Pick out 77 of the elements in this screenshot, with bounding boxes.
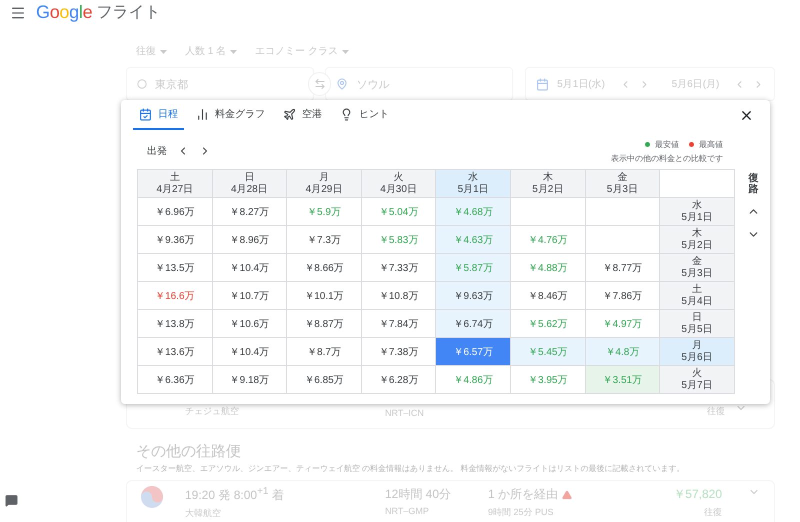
price-cell[interactable]: ￥16.6万: [138, 282, 212, 309]
price-cell[interactable]: ￥7.33万: [362, 254, 436, 281]
legend-label: 最安値: [655, 138, 679, 150]
column-header: 木 5月2日: [510, 170, 585, 197]
price-cell[interactable]: ￥8.7万: [287, 338, 361, 365]
caret-icon: [230, 50, 238, 54]
tab[interactable]: 日程: [133, 100, 184, 130]
price-cell[interactable]: ￥7.38万: [362, 338, 436, 365]
stops-text: 1 か所を経由: [488, 486, 572, 503]
feedback-icon[interactable]: [5, 494, 18, 507]
price-cell[interactable]: ￥8.77万: [586, 254, 660, 281]
price-cell[interactable]: ￥8.66万: [287, 254, 361, 281]
price-cell[interactable]: ￥10.7万: [212, 282, 286, 309]
circle-icon: [137, 79, 147, 89]
price-cell[interactable]: ￥13.6万: [138, 338, 212, 365]
app-title: フライト: [96, 3, 160, 23]
caret-icon: [160, 50, 167, 54]
price-text: ￥57,820: [673, 486, 722, 503]
calendar-icon: [536, 78, 550, 90]
flight-times: 19:20 発 8:00$^{+1}$ 着: [185, 486, 284, 504]
price-cell[interactable]: ￥6.57万: [436, 338, 510, 365]
legend-note: 表示中の他の料金との比較です: [611, 152, 723, 164]
price-cell[interactable]: ￥7.86万: [586, 282, 660, 309]
google-logo: Google: [36, 2, 92, 23]
price-cell[interactable]: ￥6.85万: [287, 366, 361, 393]
column-header: 月 4月29日: [287, 170, 361, 197]
row-header: 土 5月4日: [660, 282, 734, 309]
price-cell[interactable]: ￥10.6万: [212, 310, 286, 337]
row-header: 日 5月5日: [660, 310, 734, 337]
price-cell[interactable]: ￥6.28万: [362, 366, 436, 393]
column-header: 土 4月27日: [138, 170, 212, 197]
tab[interactable]: 料金グラフ: [190, 100, 271, 130]
section-heading: その他の往路便: [136, 442, 242, 461]
price-cell[interactable]: ￥8.96万: [212, 226, 286, 253]
price-cell[interactable]: ￥7.3万: [287, 226, 361, 253]
column-header: 日 4月28日: [212, 170, 286, 197]
lightbulb-icon: [340, 108, 353, 120]
map-pin-icon: [336, 78, 348, 90]
price-cell[interactable]: ￥8.46万: [510, 282, 585, 309]
price-cell[interactable]: ￥10.8万: [362, 282, 436, 309]
price-cell[interactable]: ￥10.1万: [287, 282, 361, 309]
price-cell[interactable]: ￥8.87万: [287, 310, 361, 337]
price-cell[interactable]: ￥9.36万: [138, 226, 212, 253]
legend-label: 最高値: [699, 138, 723, 150]
section-note: イースター航空、エアソウル、ジンエアー、ティーウェイ航空 の料金情報はありません。 料金情報がないフライトはリストの最後に記載されています。: [136, 463, 686, 474]
row-header: 木 5月2日: [660, 226, 734, 253]
depart-label: 出発: [147, 144, 167, 158]
price-cell[interactable]: ￥6.96万: [138, 198, 212, 225]
price-cell[interactable]: ￥10.4万: [212, 254, 286, 281]
price-cell[interactable]: ￥7.84万: [362, 310, 436, 337]
row-header: 水 5月1日: [660, 198, 734, 225]
price-cell[interactable]: ￥8.27万: [212, 198, 286, 225]
tab[interactable]: ヒント: [334, 100, 395, 130]
row-header: 火 5月7日: [660, 366, 734, 393]
column-header: 金 5月3日: [586, 170, 660, 197]
column-header: 水 5月1日: [436, 170, 510, 197]
tab[interactable]: 空港: [277, 100, 328, 130]
price-cell[interactable]: ￥13.5万: [138, 254, 212, 281]
price-cell[interactable]: ￥13.8万: [138, 310, 212, 337]
column-header: 火 4月30日: [362, 170, 436, 197]
caret-icon: [342, 50, 349, 54]
return-label: 復路: [748, 173, 758, 195]
price-cell[interactable]: ￥6.36万: [138, 366, 212, 393]
price-cell[interactable]: ￥9.18万: [212, 366, 286, 393]
swap-icon: [314, 78, 326, 90]
row-header: 月 5月6日: [660, 338, 734, 365]
price-cell[interactable]: ￥6.74万: [436, 310, 510, 337]
price-cell[interactable]: ￥9.63万: [436, 282, 510, 309]
plane-icon: [283, 108, 296, 120]
menu-icon[interactable]: [10, 4, 26, 20]
price-cell[interactable]: ￥10.4万: [212, 338, 286, 365]
bar-chart-icon: [196, 108, 209, 120]
calendar-icon: [139, 108, 152, 120]
airline-logo-icon: [141, 486, 163, 508]
warning-icon: [562, 490, 572, 500]
row-header: 金 5月3日: [660, 254, 734, 281]
duration-text: 12時間 40分: [385, 486, 452, 503]
